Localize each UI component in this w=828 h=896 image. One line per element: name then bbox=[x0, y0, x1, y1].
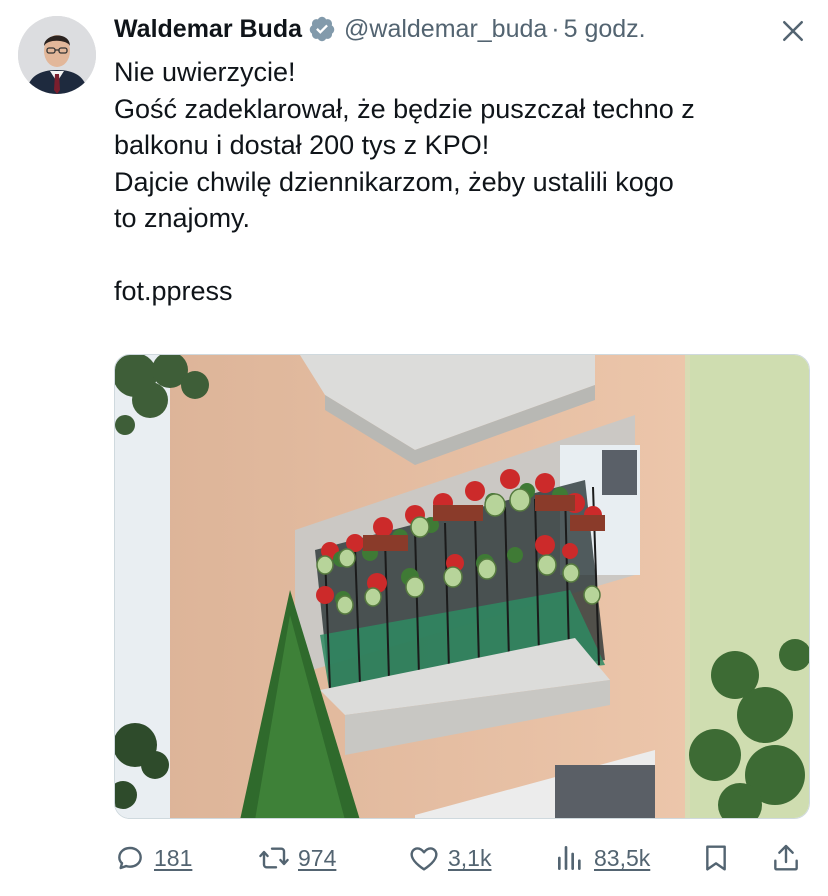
repost-button[interactable]: 974 bbox=[258, 836, 336, 880]
bookmark-icon bbox=[706, 845, 726, 871]
share-icon bbox=[774, 844, 798, 871]
action-bar: 181 974 3,1k 83,5k bbox=[114, 836, 814, 880]
like-button[interactable]: 3,1k bbox=[408, 836, 491, 880]
views-count: 83,5k bbox=[594, 844, 651, 871]
tweet-line: Nie uwierzycie! bbox=[114, 57, 296, 87]
repost-count: 974 bbox=[298, 844, 337, 871]
bookmark-button[interactable] bbox=[700, 836, 732, 880]
tweet-line: balkonu i dostał 200 tys z KPO! bbox=[114, 130, 490, 160]
close-icon[interactable] bbox=[778, 16, 808, 46]
reply-count: 181 bbox=[154, 844, 193, 871]
author-handle[interactable]: @waldemar_buda bbox=[344, 15, 547, 44]
like-count: 3,1k bbox=[448, 844, 492, 871]
reply-icon bbox=[118, 846, 142, 870]
heart-icon bbox=[410, 847, 438, 871]
separator-dot: · bbox=[551, 14, 560, 43]
tweet-photo[interactable] bbox=[114, 354, 810, 819]
share-button[interactable] bbox=[770, 836, 802, 880]
verified-badge-icon bbox=[309, 16, 335, 42]
tweet-line: Gość zadeklarował, że będzie puszczał te… bbox=[114, 93, 695, 124]
reply-button[interactable]: 181 bbox=[114, 836, 192, 880]
tweet-text: Nie uwierzycie! Gość zadeklarował, że bę… bbox=[114, 54, 814, 310]
tweet-line: to znajomy. bbox=[114, 203, 251, 233]
tweet-header: Waldemar Buda @waldemar_buda · 5 godz. bbox=[114, 12, 646, 46]
photo-credit: fot.ppress bbox=[114, 276, 233, 306]
views-button[interactable]: 83,5k bbox=[554, 836, 650, 880]
tweet-timestamp[interactable]: 5 godz. bbox=[564, 15, 646, 44]
author-name[interactable]: Waldemar Buda bbox=[114, 15, 302, 44]
tweet-line: Dajcie chwilę dziennikarzom, żeby ustali… bbox=[114, 166, 674, 197]
avatar[interactable] bbox=[18, 16, 96, 94]
views-icon bbox=[558, 846, 581, 870]
repost-icon bbox=[259, 847, 289, 869]
